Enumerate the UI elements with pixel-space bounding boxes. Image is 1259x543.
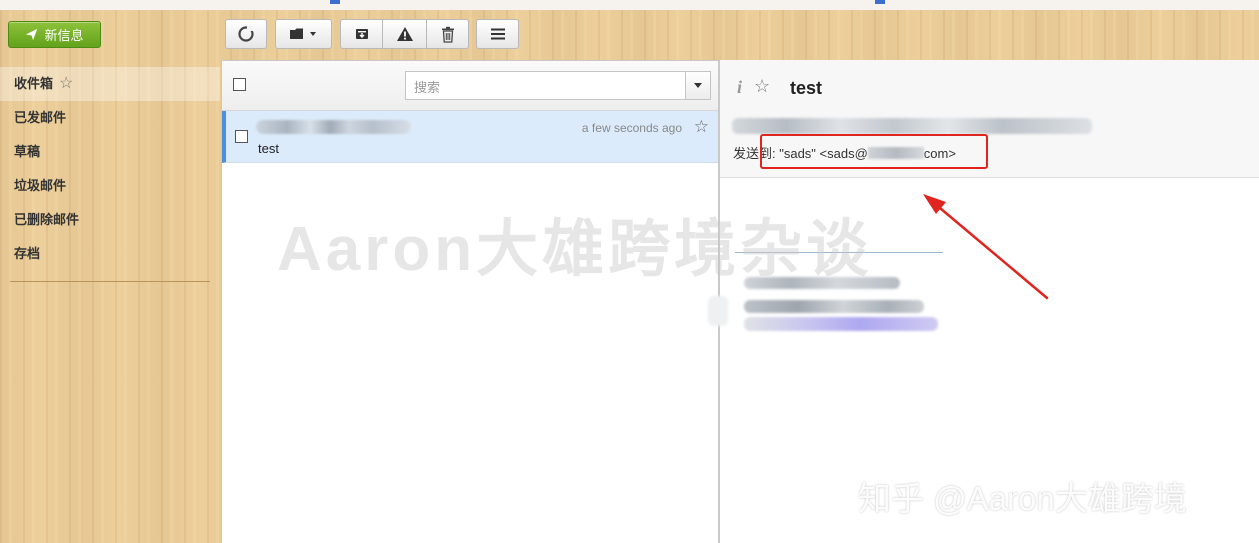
watermark-bottom: 知乎 @Aaron大雄跨境	[858, 480, 1187, 517]
watermark-center: Aaron大雄跨境杂谈	[277, 215, 873, 284]
